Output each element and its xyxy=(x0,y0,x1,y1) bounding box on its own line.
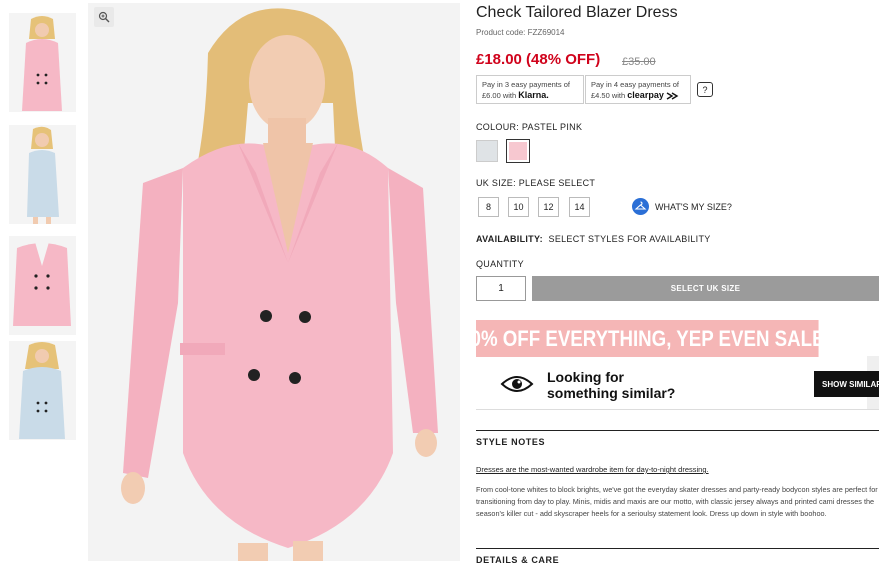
klarna-payment-box[interactable]: Pay in 3 easy payments of £6.00 with Kla… xyxy=(476,75,584,104)
swatch-pink-fill xyxy=(509,142,527,160)
whats-my-size-text: WHAT'S MY SIZE? xyxy=(655,201,732,212)
product-code: Product code: FZZ69014 xyxy=(476,28,565,37)
original-price: £35.00 xyxy=(622,56,656,68)
klarna-line2: £6.00 with xyxy=(482,91,517,100)
divider xyxy=(476,548,879,549)
thumbnail-3[interactable] xyxy=(9,236,76,335)
swatch-blue[interactable] xyxy=(476,140,498,162)
size-8-button[interactable]: 8 xyxy=(478,197,499,217)
similar-text: Looking for something similar? xyxy=(547,369,675,401)
availability-value: SELECT STYLES FOR AVAILABILITY xyxy=(548,234,711,244)
whats-my-size-link[interactable]: WHAT'S MY SIZE? xyxy=(632,198,732,215)
promo-banner-text: 20% OFF EVERYTHING, YEP EVEN SALE! xyxy=(460,325,831,351)
similar-line2: something similar? xyxy=(547,385,676,401)
klarna-line2-row: £6.00 with Klarna. xyxy=(482,90,578,101)
size-14-button[interactable]: 14 xyxy=(569,197,590,217)
colour-key: COLOUR: xyxy=(476,122,520,132)
clearpay-logo: clearpay xyxy=(627,90,664,100)
colour-label: COLOUR: PASTEL PINK xyxy=(476,122,582,132)
similar-line1: Looking for xyxy=(547,369,624,385)
hanger-icon xyxy=(632,198,649,215)
zoom-icon[interactable] xyxy=(94,7,114,27)
size-10-button[interactable]: 10 xyxy=(508,197,529,217)
klarna-logo: Klarna. xyxy=(518,90,549,100)
availability-key: AVAILABILITY: xyxy=(476,234,543,244)
size-key: UK SIZE: xyxy=(476,178,516,188)
product-title: Check Tailored Blazer Dress xyxy=(476,4,678,21)
promo-banner[interactable]: 20% OFF EVERYTHING, YEP EVEN SALE! * xyxy=(460,320,834,357)
clearpay-line2-row: £4.50 with clearpay xyxy=(591,90,685,101)
thumbnail-4[interactable] xyxy=(9,341,76,440)
eye-icon xyxy=(500,376,534,392)
promo-banner-asterisk: * xyxy=(830,332,835,345)
style-notes-title[interactable]: STYLE NOTES xyxy=(476,437,545,447)
availability-label: AVAILABILITY: SELECT STYLES FOR AVAILABI… xyxy=(476,234,711,244)
style-notes-body: From cool-tone whites to block brights, … xyxy=(476,485,878,518)
klarna-line1: Pay in 3 easy payments of xyxy=(482,80,570,89)
payment-help-button[interactable]: ? xyxy=(697,82,713,97)
size-12-button[interactable]: 12 xyxy=(538,197,559,217)
size-value: PLEASE SELECT xyxy=(518,178,596,188)
quantity-label: QUANTITY xyxy=(476,259,524,269)
colour-value: PASTEL PINK xyxy=(521,122,583,132)
show-similar-button[interactable]: SHOW SIMILAR xyxy=(814,371,879,397)
clearpay-line1: Pay in 4 easy payments of xyxy=(591,80,679,89)
swatch-pink-selected[interactable] xyxy=(506,139,530,163)
clearpay-payment-box[interactable]: Pay in 4 easy payments of £4.50 with cle… xyxy=(585,75,691,104)
clearpay-arrow-icon xyxy=(666,92,679,100)
thumbnail-1[interactable] xyxy=(9,13,76,112)
main-product-image[interactable] xyxy=(88,3,460,561)
size-label: UK SIZE: PLEASE SELECT xyxy=(476,178,595,188)
clearpay-line2: £4.50 with xyxy=(591,91,626,100)
thumbnail-2[interactable] xyxy=(9,125,76,224)
select-size-button[interactable]: SELECT UK SIZE xyxy=(532,276,879,301)
style-notes-heading: Dresses are the most-wanted wardrobe ite… xyxy=(476,465,709,474)
quantity-input[interactable]: 1 xyxy=(476,276,526,301)
sale-price: £18.00 (48% OFF) xyxy=(476,51,601,68)
divider xyxy=(476,430,879,431)
similar-products-section: Looking for something similar? SHOW SIMI… xyxy=(476,362,879,410)
